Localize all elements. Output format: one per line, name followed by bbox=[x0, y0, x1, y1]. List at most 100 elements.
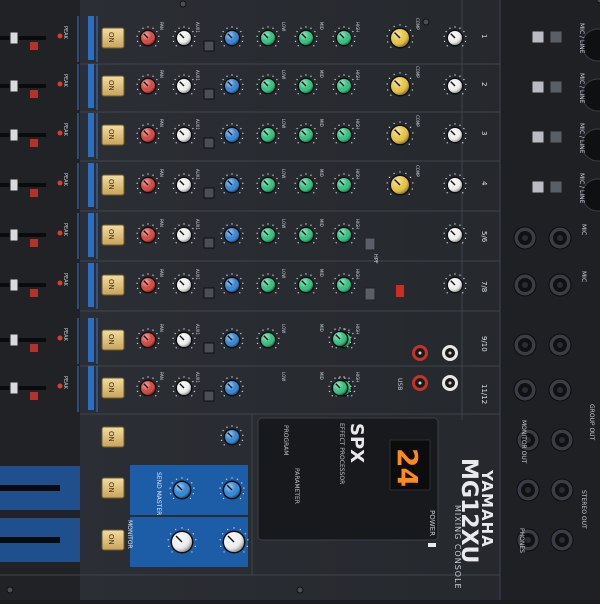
pre-button[interactable] bbox=[203, 88, 215, 100]
rca-input-jack[interactable] bbox=[442, 375, 458, 391]
rca-input-jack[interactable] bbox=[442, 345, 458, 361]
pad-switch[interactable] bbox=[531, 30, 545, 44]
pre-button[interactable] bbox=[203, 137, 215, 149]
channel-on-button[interactable]: ON bbox=[101, 124, 125, 146]
low-label: LOW bbox=[281, 22, 286, 31]
mixer-surface: ON 1 ON 2 ON 3 ON 4 ON 5/6 ON 7/8 ON 9/10 ON 11/12 ON ON O… bbox=[0, 0, 600, 600]
fader-cap[interactable] bbox=[9, 178, 19, 192]
channel-on-button[interactable]: ON bbox=[101, 377, 125, 399]
fader-slot bbox=[0, 36, 46, 40]
pre-button[interactable] bbox=[203, 390, 215, 402]
fader-cap[interactable] bbox=[9, 128, 19, 142]
fader-button[interactable] bbox=[30, 42, 38, 50]
panel-screw bbox=[422, 18, 430, 26]
jack-input[interactable] bbox=[550, 528, 574, 552]
hpf-switch[interactable] bbox=[549, 80, 563, 94]
channel-stripe bbox=[88, 263, 94, 307]
usb-label: USB bbox=[396, 378, 403, 390]
channel-on-button[interactable]: ON bbox=[101, 174, 125, 196]
pan-label: PAN bbox=[159, 22, 164, 30]
jack-input[interactable] bbox=[513, 378, 537, 402]
pad-switch[interactable] bbox=[531, 180, 545, 194]
jack-input[interactable] bbox=[550, 478, 574, 502]
jack-input[interactable] bbox=[513, 273, 537, 297]
hpf-switch[interactable] bbox=[549, 180, 563, 194]
master-on-button[interactable]: ON bbox=[101, 426, 125, 448]
channel-number: 5/6 bbox=[480, 231, 488, 243]
fader-cap[interactable] bbox=[9, 278, 19, 292]
jack-input[interactable] bbox=[548, 378, 572, 402]
phantom-power-switch[interactable] bbox=[396, 285, 404, 297]
jack-input[interactable] bbox=[548, 273, 572, 297]
hpf-label: HPF bbox=[372, 254, 378, 264]
pre-button[interactable] bbox=[203, 287, 215, 299]
master-on-button[interactable]: ON bbox=[101, 529, 125, 551]
fx-parameter-label: PARAMETER bbox=[293, 468, 300, 504]
fader-button[interactable] bbox=[30, 139, 38, 147]
peak-led bbox=[57, 180, 63, 186]
low-label: LOW bbox=[281, 119, 286, 128]
pre-button[interactable] bbox=[203, 342, 215, 354]
channel-number: 3 bbox=[480, 131, 488, 135]
channel-stripe bbox=[88, 213, 94, 257]
on-button-label: ON bbox=[107, 32, 115, 43]
pre-button[interactable] bbox=[203, 237, 215, 249]
fader-cap[interactable] bbox=[9, 381, 19, 395]
channel-stripe bbox=[88, 318, 94, 362]
channel-number: 9/10 bbox=[480, 336, 488, 352]
mic-label: MIC bbox=[580, 224, 587, 235]
pad-switch[interactable] bbox=[531, 130, 545, 144]
peak-led bbox=[57, 81, 63, 87]
fader-button[interactable] bbox=[30, 90, 38, 98]
channel-number: 11/12 bbox=[480, 384, 488, 404]
pan-label: PAN bbox=[159, 324, 164, 332]
hpf-switch[interactable] bbox=[549, 130, 563, 144]
channel-on-button[interactable]: ON bbox=[101, 329, 125, 351]
mic-line-label: MIC / LINE bbox=[578, 123, 585, 154]
aux-label: AUX1 bbox=[195, 22, 200, 33]
rca-input-jack[interactable] bbox=[412, 375, 428, 391]
master-on-button[interactable]: ON bbox=[101, 477, 125, 499]
jack-input[interactable] bbox=[548, 333, 572, 357]
monitor-label: MONITOR bbox=[126, 520, 133, 549]
comp-label: COMP bbox=[415, 115, 420, 127]
low-label: LOW bbox=[281, 70, 286, 79]
channel-on-button[interactable]: ON bbox=[101, 75, 125, 97]
peak-led bbox=[57, 130, 63, 136]
fader-cap[interactable] bbox=[9, 228, 19, 242]
low-label: LOW bbox=[281, 169, 286, 178]
pan-label: PAN bbox=[159, 269, 164, 277]
fader-button[interactable] bbox=[30, 289, 38, 297]
pre-button[interactable] bbox=[203, 187, 215, 199]
mid-label: MID bbox=[319, 372, 324, 380]
fx-program-label: PROGRAM bbox=[282, 425, 289, 455]
mic-line-label: MIC / LINE bbox=[578, 173, 585, 204]
channel-number: 1 bbox=[480, 34, 488, 38]
hpf-switch[interactable] bbox=[549, 30, 563, 44]
hpf-switch[interactable] bbox=[364, 237, 376, 251]
fader-cap[interactable] bbox=[9, 31, 19, 45]
fader-button[interactable] bbox=[30, 189, 38, 197]
power-indicator bbox=[428, 543, 436, 547]
fader-cap[interactable] bbox=[9, 333, 19, 347]
channel-on-button[interactable]: ON bbox=[101, 27, 125, 49]
fader-cap[interactable] bbox=[9, 79, 19, 93]
channel-on-button[interactable]: ON bbox=[101, 224, 125, 246]
fader-button[interactable] bbox=[30, 392, 38, 400]
channel-on-button[interactable]: ON bbox=[101, 274, 125, 296]
mid-label: MID bbox=[319, 169, 324, 177]
aux-label: AUX1 bbox=[195, 219, 200, 230]
jack-input[interactable] bbox=[513, 333, 537, 357]
pre-button[interactable] bbox=[203, 40, 215, 52]
hpf-switch[interactable] bbox=[364, 287, 376, 301]
fader-button[interactable] bbox=[30, 239, 38, 247]
jack-input[interactable] bbox=[550, 428, 574, 452]
jack-input[interactable] bbox=[516, 478, 540, 502]
jack-input[interactable] bbox=[513, 226, 537, 250]
fader-slot bbox=[0, 338, 46, 342]
jack-input[interactable] bbox=[548, 226, 572, 250]
fader-button[interactable] bbox=[30, 344, 38, 352]
pan-label: PAN bbox=[159, 70, 164, 78]
pad-switch[interactable] bbox=[531, 80, 545, 94]
rca-input-jack[interactable] bbox=[412, 345, 428, 361]
